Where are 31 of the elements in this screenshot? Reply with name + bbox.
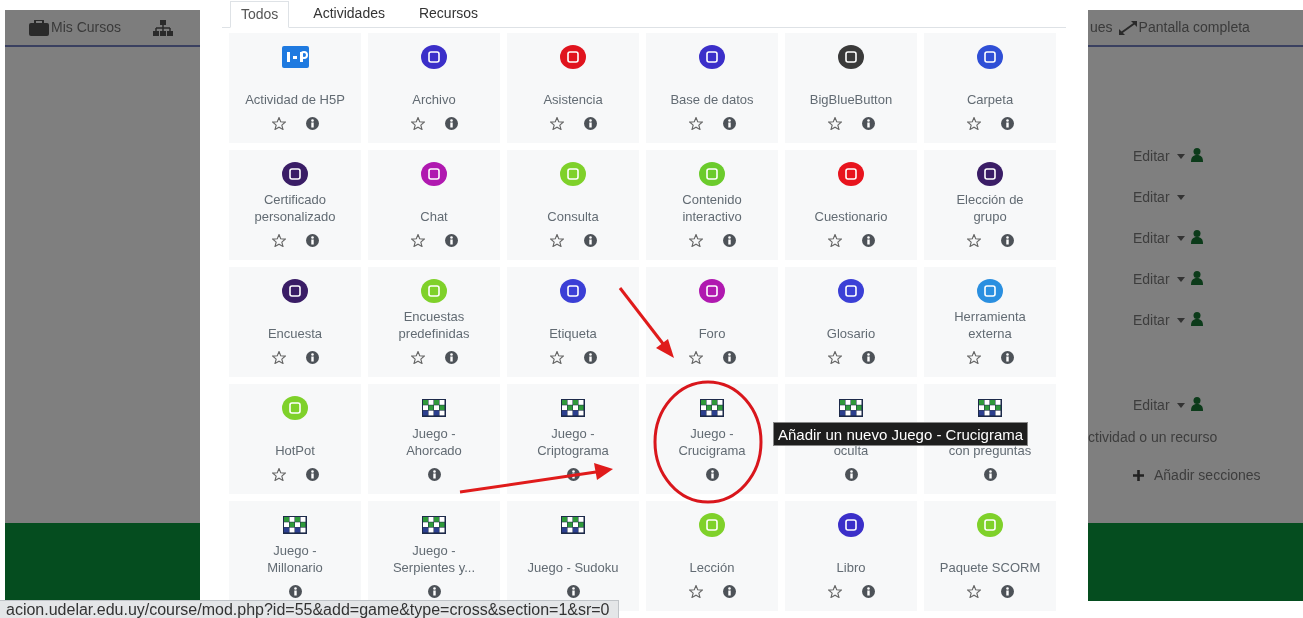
module-name: Archivo xyxy=(412,91,456,108)
module-name: Chat xyxy=(420,208,448,225)
module-name: con preguntas xyxy=(948,443,1032,459)
module-name: Libro xyxy=(836,559,866,576)
module-name: Glosario xyxy=(826,325,876,342)
module-name: Elección de grupo xyxy=(955,191,1025,225)
module-name: Juego - Crucigrama xyxy=(677,425,747,459)
module-name: Herramienta externa xyxy=(953,308,1027,342)
module-name: Lección xyxy=(689,559,735,576)
module-name: Actividad de H5P xyxy=(245,91,345,108)
module-name: Juego - Serpientes y... xyxy=(391,542,477,576)
module-name: Juego - Ahorcado xyxy=(405,425,463,459)
module-name: Contenido interactivo xyxy=(681,191,743,225)
module-name: Base de datos xyxy=(670,91,754,108)
module-name: Juego - Criptograma xyxy=(536,425,610,459)
module-name: Juego - Sudoku xyxy=(527,559,619,576)
module-name: Encuestas predefinidas xyxy=(397,308,471,342)
module-name: Carpeta xyxy=(966,91,1014,108)
module-name: Juego - Millonario xyxy=(266,542,324,576)
link-preview-tooltip: acion.udelar.edu.uy/course/mod.php?id=55&add=game&type=cross&section=1&sr=0 xyxy=(0,600,619,618)
tooltip: Añadir un nuevo Juego - Crucigrama xyxy=(773,422,1029,446)
module-name: Foro xyxy=(698,325,726,342)
module-name: Paquete SCORM xyxy=(939,559,1041,576)
module-name: Consulta xyxy=(547,208,599,225)
module-name: Encuesta xyxy=(267,325,323,342)
module-name: Cuestionario xyxy=(814,208,888,225)
module-name: Etiqueta xyxy=(549,325,597,342)
module-name: HotPot xyxy=(275,442,315,459)
module-name: Asistencia xyxy=(543,91,603,108)
module-name: Certificado personalizado xyxy=(253,191,337,225)
module-name: BigBlueButton xyxy=(809,91,893,108)
